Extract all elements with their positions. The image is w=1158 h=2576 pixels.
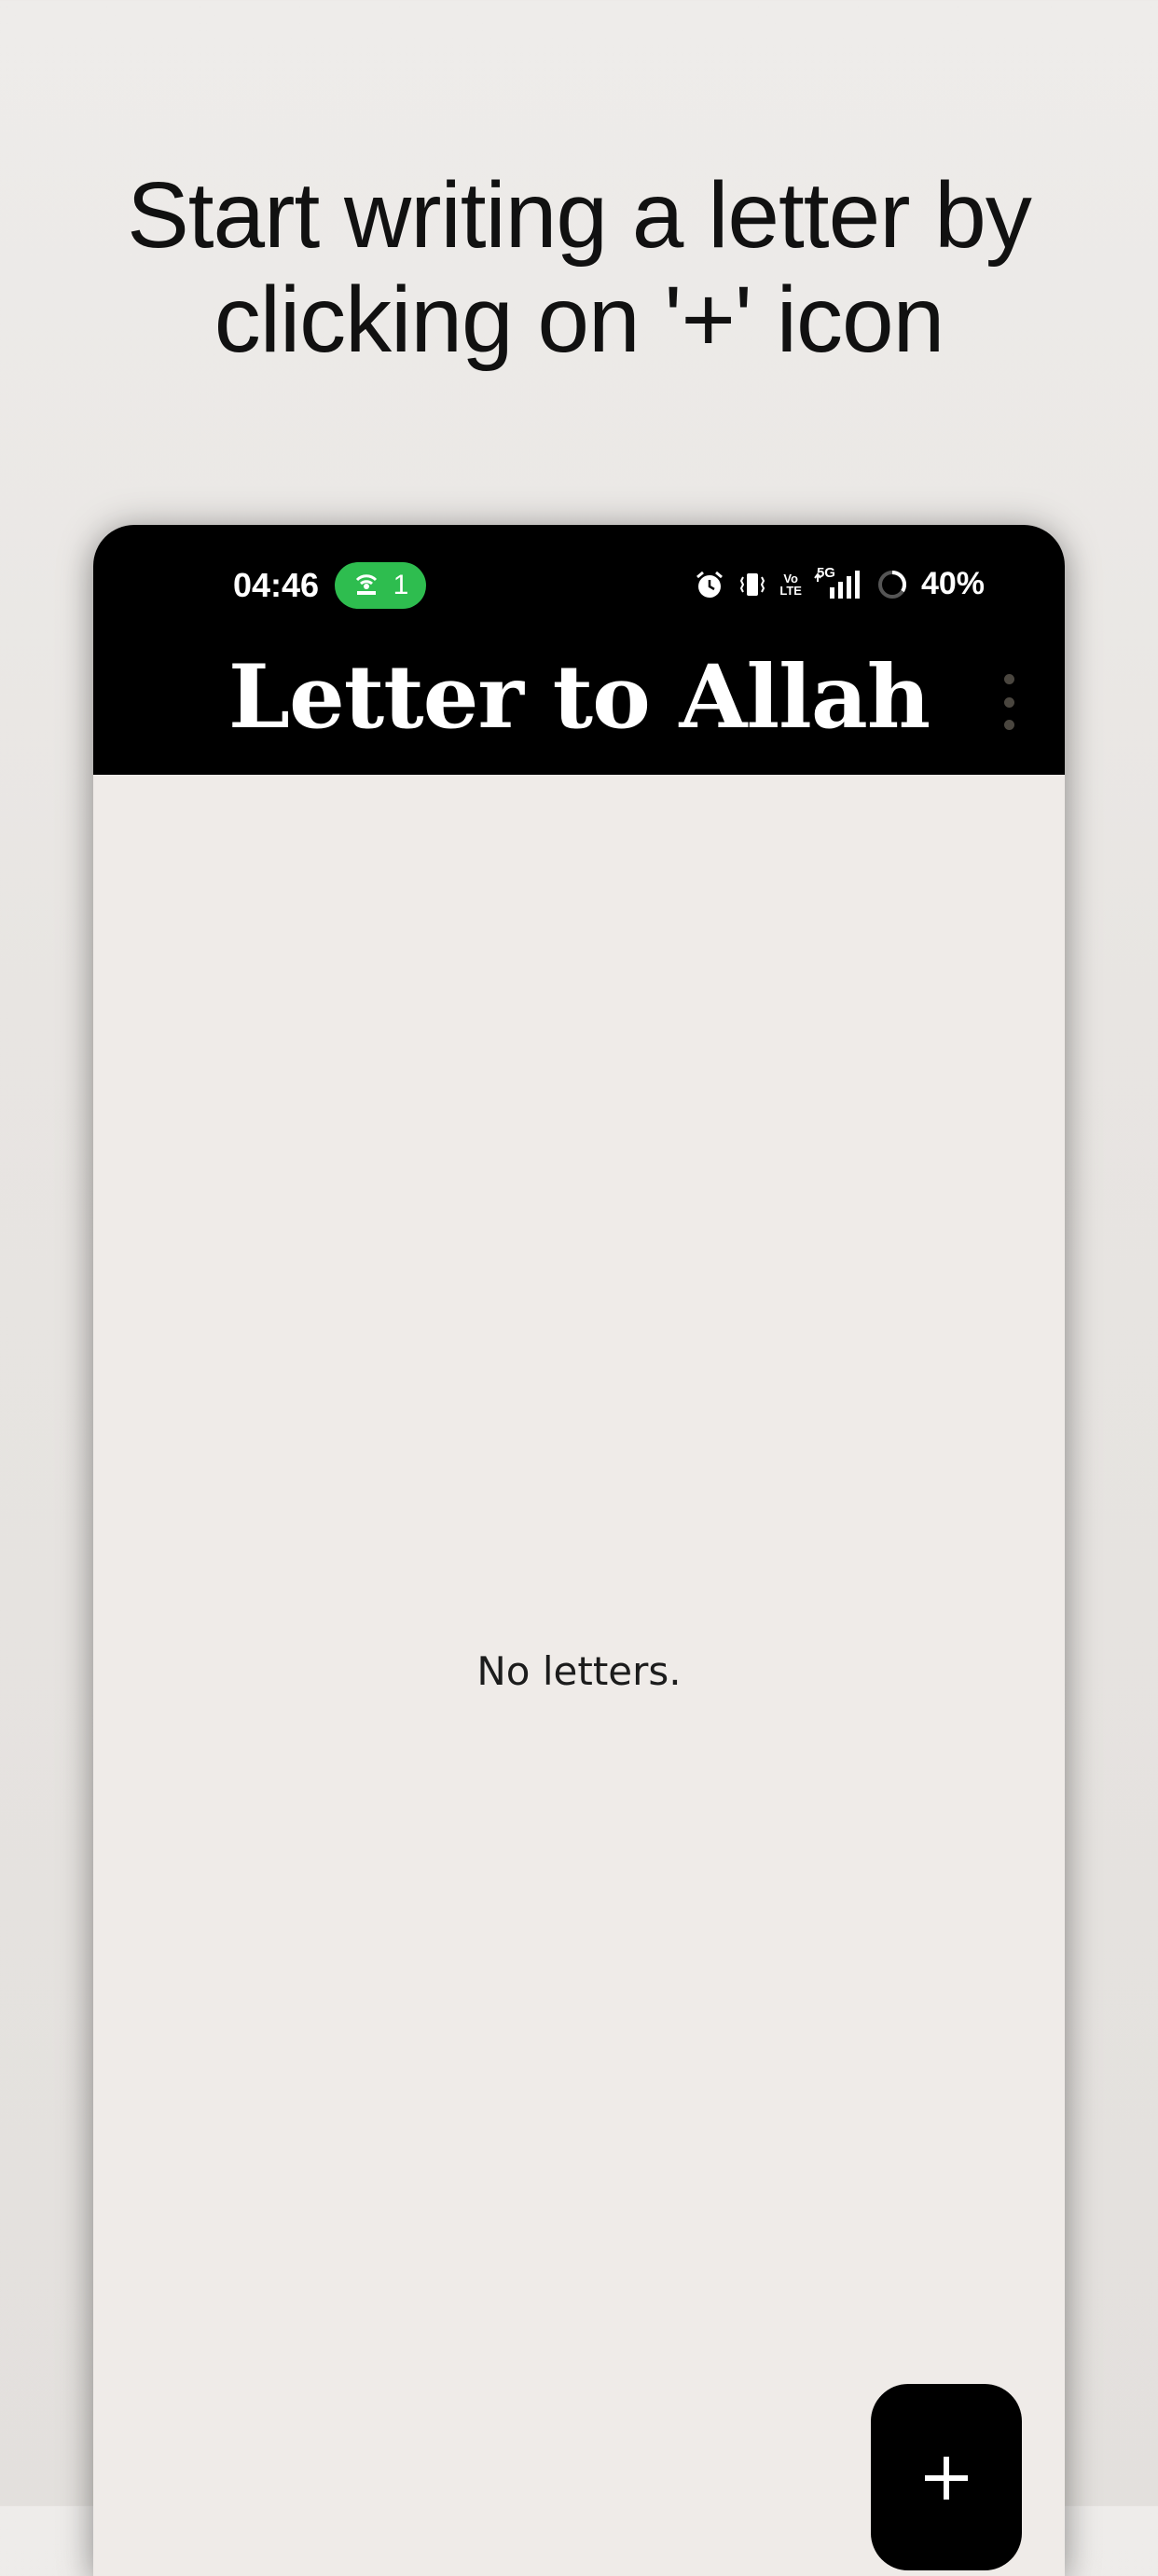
add-letter-button[interactable] xyxy=(871,2384,1022,2570)
phone-screen: 04:46 1 Vo LTE 5G 40% Letter to Allah No… xyxy=(93,525,1065,2576)
status-time: 04:46 xyxy=(233,566,320,604)
more-vert-icon[interactable] xyxy=(998,674,1020,730)
status-icons: Vo LTE 5G 40% xyxy=(694,565,985,602)
hotspot-badge[interactable]: 1 xyxy=(335,562,426,609)
vibrate-icon xyxy=(737,569,768,600)
promo-headline-line1: Start writing a letter by xyxy=(127,163,1032,268)
signal-5g-icon: 5G xyxy=(813,565,865,600)
hotspot-icon xyxy=(352,572,380,599)
app-title: Letter to Allah xyxy=(227,646,931,749)
volte-top-label: Vo xyxy=(783,571,798,585)
app-header: 04:46 1 Vo LTE 5G 40% Letter to Allah xyxy=(93,525,1065,775)
network-type-label: 5G xyxy=(816,564,835,581)
promo-headline: Start writing a letter by clicking on '+… xyxy=(0,163,1158,372)
alarm-icon xyxy=(694,569,725,600)
hotspot-count: 1 xyxy=(393,570,409,600)
promo-headline-line2: clicking on '+' icon xyxy=(214,268,945,372)
volte-icon: Vo LTE xyxy=(779,572,802,597)
battery-percent: 40% xyxy=(920,566,985,601)
battery-icon xyxy=(876,569,908,600)
plus-icon xyxy=(922,2454,971,2502)
volte-bottom-label: LTE xyxy=(779,583,802,598)
empty-state-message: No letters. xyxy=(476,1648,682,1694)
